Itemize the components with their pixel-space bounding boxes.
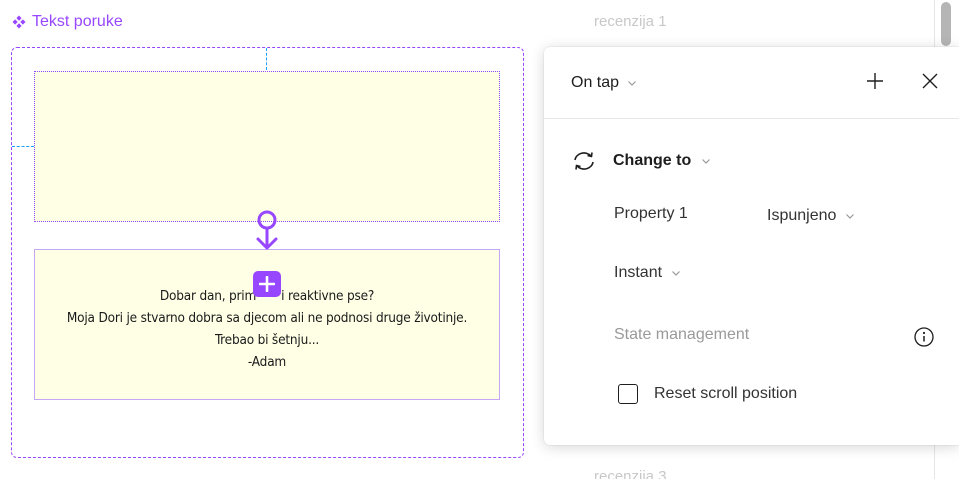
close-icon — [922, 73, 938, 89]
info-icon[interactable] — [913, 326, 935, 348]
component-set-name: Tekst poruke — [32, 13, 123, 30]
interaction-panel: On tap Change to Property 1 Ispunjeno In… — [544, 47, 959, 445]
message-line: Moja Dori je stvarno dobra sa djecom ali… — [66, 309, 468, 326]
chevron-down-icon — [628, 81, 636, 86]
prototype-connection-icon[interactable] — [254, 210, 280, 254]
chevron-down-icon — [846, 214, 855, 219]
spacing-guide — [12, 146, 34, 147]
ghost-frame-label[interactable]: recenzija 3 — [594, 468, 667, 479]
animation-value: Instant — [614, 264, 663, 281]
plus-icon — [259, 276, 275, 292]
trigger-label: On tap — [571, 74, 620, 91]
reset-scroll-label: Reset scroll position — [654, 385, 798, 402]
plus-icon — [867, 73, 883, 89]
swap-arrows-icon — [574, 152, 594, 170]
chevron-down-icon — [702, 159, 711, 164]
panel-header: On tap — [544, 47, 959, 119]
message-line: -Adam — [247, 353, 287, 370]
message-text-part: i reaktivne pse? — [281, 287, 375, 304]
close-button[interactable] — [918, 69, 942, 93]
variant-empty[interactable] — [34, 71, 500, 222]
ghost-frame-label[interactable]: recenzija 1 — [594, 13, 667, 30]
message-line: Trebao bi šetnju... — [214, 331, 320, 348]
message-text-part: Dobar dan, prim — [159, 287, 257, 304]
add-interaction-button[interactable] — [253, 271, 281, 297]
trigger-dropdown[interactable]: On tap — [571, 71, 637, 95]
state-management-label: State management — [614, 326, 750, 343]
action-dropdown[interactable]: Change to — [571, 147, 711, 175]
property-value-dropdown[interactable]: Ispunjeno — [767, 205, 855, 227]
add-action-button[interactable] — [863, 69, 887, 93]
action-label: Change to — [613, 152, 692, 169]
property-name: Property 1 — [614, 205, 688, 222]
reset-scroll-option[interactable]: Reset scroll position — [618, 382, 797, 406]
reset-scroll-checkbox[interactable] — [618, 384, 638, 404]
component-set-icon — [12, 15, 26, 29]
vertical-scrollbar[interactable] — [941, 2, 951, 46]
component-set-label[interactable]: Tekst poruke — [12, 12, 123, 32]
spacing-guide — [266, 48, 267, 70]
chevron-down-icon — [672, 271, 680, 276]
property-value: Ispunjeno — [767, 207, 837, 224]
animation-dropdown[interactable]: Instant — [614, 262, 681, 284]
